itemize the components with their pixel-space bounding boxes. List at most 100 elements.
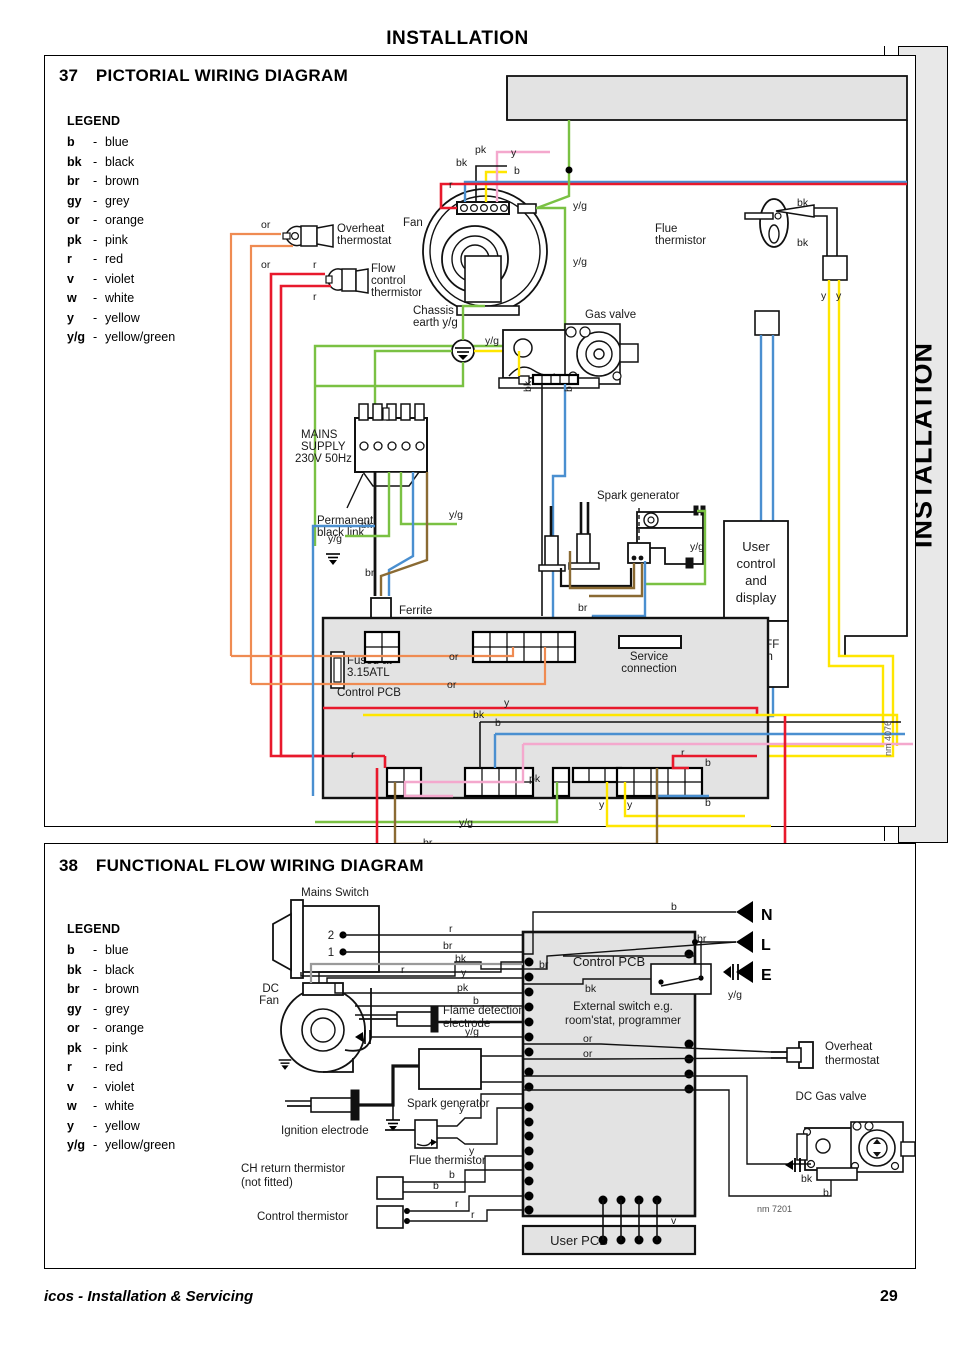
- ht-lead-loop[interactable]: [559, 568, 633, 588]
- ft-clip[interactable]: [355, 268, 369, 294]
- flue-connector[interactable]: [822, 255, 848, 281]
- wire-label-yg-mains-2[interactable]: y/g: [449, 509, 463, 521]
- flue-thermistor-pin[interactable]: [774, 212, 782, 220]
- pcb-left-pin[interactable]: [524, 1146, 534, 1156]
- flame-detection-label-1[interactable]: Flame detection: [443, 1005, 525, 1017]
- wire-label-yg-2[interactable]: y/g: [573, 256, 587, 268]
- wire-label-or-1[interactable]: or: [261, 219, 271, 231]
- wire-label-yg-spark[interactable]: y/g: [690, 541, 704, 553]
- mains-supply-label-1[interactable]: MAINS: [301, 429, 338, 441]
- wire-label-or-2[interactable]: or: [261, 259, 271, 271]
- user-control-label-3[interactable]: and: [745, 573, 767, 588]
- gv38-screw4[interactable]: [890, 1161, 900, 1171]
- sg-conn-pin2[interactable]: [638, 555, 644, 561]
- wire-label-yg-e[interactable]: y/g: [728, 989, 742, 1001]
- overheat-thermostat[interactable]: [282, 224, 334, 248]
- gv38-left-tab[interactable]: [796, 1133, 808, 1161]
- pcb-bottom-connector-4[interactable]: [571, 766, 623, 784]
- gv38-port[interactable]: [815, 1138, 831, 1154]
- flue-thermistor-stem[interactable]: [744, 212, 774, 220]
- user-control-label-1[interactable]: User: [742, 539, 770, 554]
- wire-label-pk-38[interactable]: pk: [457, 982, 469, 994]
- case-junction-dot[interactable]: [565, 166, 573, 174]
- electrode-1-body[interactable]: [544, 535, 559, 567]
- sg-dial-inner[interactable]: [647, 516, 655, 524]
- flue-thermistor-label-2[interactable]: thermistor: [655, 235, 706, 247]
- mains-switch-bezel[interactable]: [290, 899, 304, 979]
- gv-screw1[interactable]: [565, 326, 577, 338]
- pcb-mains-connector[interactable]: [363, 630, 401, 664]
- fuse-element[interactable]: [333, 657, 342, 683]
- overheat-thermostat-label-1[interactable]: Overheat: [337, 223, 385, 235]
- mains-screw[interactable]: [415, 441, 425, 451]
- wire-label-b-right2[interactable]: b: [705, 797, 711, 809]
- gv-terminal-strip[interactable]: [531, 373, 580, 386]
- control-thermistor-label[interactable]: Control thermistor: [257, 1211, 349, 1223]
- connector-body[interactable]: [531, 373, 580, 386]
- wire-label-b-n[interactable]: b: [671, 901, 677, 913]
- wire-fan-y[interactable]: [326, 977, 523, 983]
- control-thermistor-body[interactable]: [376, 1205, 404, 1229]
- wire-label-yg-below[interactable]: y/g: [459, 817, 473, 829]
- wire-label-or-pcb-2[interactable]: or: [447, 679, 457, 691]
- pcb-bottom-connector-5[interactable]: [615, 766, 704, 798]
- pcb-left-pin[interactable]: [524, 1131, 534, 1141]
- service-connection-label-2[interactable]: connection: [621, 663, 677, 675]
- wire-label-bk-ext[interactable]: bk: [585, 983, 597, 995]
- blue-connector[interactable]: [754, 310, 780, 336]
- mains-comb-tooth[interactable]: [414, 403, 425, 421]
- pcb-left-pin[interactable]: [524, 1017, 534, 1027]
- user-control-display-box[interactable]: [723, 520, 789, 622]
- overheat-38-label-1[interactable]: Overheat: [825, 1041, 873, 1053]
- mains-supply-label-2[interactable]: SUPPLY: [301, 441, 346, 453]
- wire-label-bk-gv38[interactable]: bk: [801, 1173, 813, 1185]
- wire-label-yg-38[interactable]: y/g: [465, 1026, 479, 1038]
- arrow-head[interactable]: [736, 931, 753, 953]
- pcb-left-pin[interactable]: [524, 1047, 534, 1057]
- switch-terminal-2-label[interactable]: 2: [328, 930, 334, 942]
- pcb-left-pin[interactable]: [524, 1102, 534, 1112]
- gv-screw4[interactable]: [612, 371, 622, 381]
- pcb-left-pin[interactable]: [524, 1191, 534, 1201]
- wire-bk-flue-2[interactable]: [814, 215, 828, 256]
- wire-label-r-bypass[interactable]: r: [401, 964, 405, 976]
- wire-label-r-switch[interactable]: r: [449, 923, 453, 935]
- ignition-electrode-flange[interactable]: [350, 1089, 360, 1121]
- pcb-right-pin[interactable]: [684, 1039, 694, 1049]
- gv-port[interactable]: [513, 338, 533, 358]
- dc-gas-valve-label[interactable]: DC Gas valve: [796, 1091, 867, 1103]
- spark-generator-38-label[interactable]: Spark generator: [407, 1098, 490, 1110]
- pcb-left-pin[interactable]: [524, 1205, 534, 1215]
- spark-generator-label[interactable]: Spark generator: [597, 490, 680, 502]
- flue-thermistor-label-1[interactable]: Flue: [655, 223, 677, 235]
- mains-screw[interactable]: [401, 441, 411, 451]
- spark-generator-38[interactable]: [418, 1048, 482, 1090]
- wire-label-y-flue-1[interactable]: y: [821, 290, 827, 302]
- flame-electrode-body[interactable]: [396, 1011, 436, 1027]
- fan-earth-tab[interactable]: [517, 203, 537, 214]
- wire-label-bk[interactable]: bk: [456, 157, 468, 169]
- wire-label-r-flow-2[interactable]: r: [313, 291, 317, 303]
- wire-label-b-gv[interactable]: b: [563, 386, 575, 392]
- mains-supply-label-3[interactable]: 230V 50Hz: [295, 453, 352, 465]
- electrode-2-body[interactable]: [576, 533, 591, 565]
- arrow-head[interactable]: [736, 901, 753, 923]
- gv-solenoid-inner[interactable]: [593, 348, 605, 360]
- wire-label-or-pcb-1[interactable]: or: [449, 651, 459, 663]
- dc-fan-earth[interactable]: [278, 1059, 292, 1070]
- l-junction-dot[interactable]: [692, 939, 698, 945]
- mains-comb-tooth[interactable]: [372, 403, 383, 421]
- ch-return-label-1[interactable]: CH return thermistor: [241, 1163, 345, 1175]
- sg-out[interactable]: [685, 557, 694, 569]
- fan-terminal-pin[interactable]: [480, 204, 489, 213]
- wire-label-y-below-1[interactable]: y: [599, 799, 605, 811]
- wire-label-br-spark[interactable]: br: [578, 602, 588, 614]
- overheat-thermostat-label-2[interactable]: thermostat: [337, 235, 392, 247]
- wire-label-v-38[interactable]: v: [671, 1215, 677, 1227]
- pcb-left-pin[interactable]: [524, 1161, 534, 1171]
- wire-label-bk-flue-2[interactable]: bk: [797, 237, 809, 249]
- terminal-n-label[interactable]: N: [761, 907, 773, 924]
- pcb-left-pin[interactable]: [524, 1176, 534, 1186]
- mains-screw[interactable]: [359, 441, 369, 451]
- mains-comb-tooth[interactable]: [400, 403, 411, 421]
